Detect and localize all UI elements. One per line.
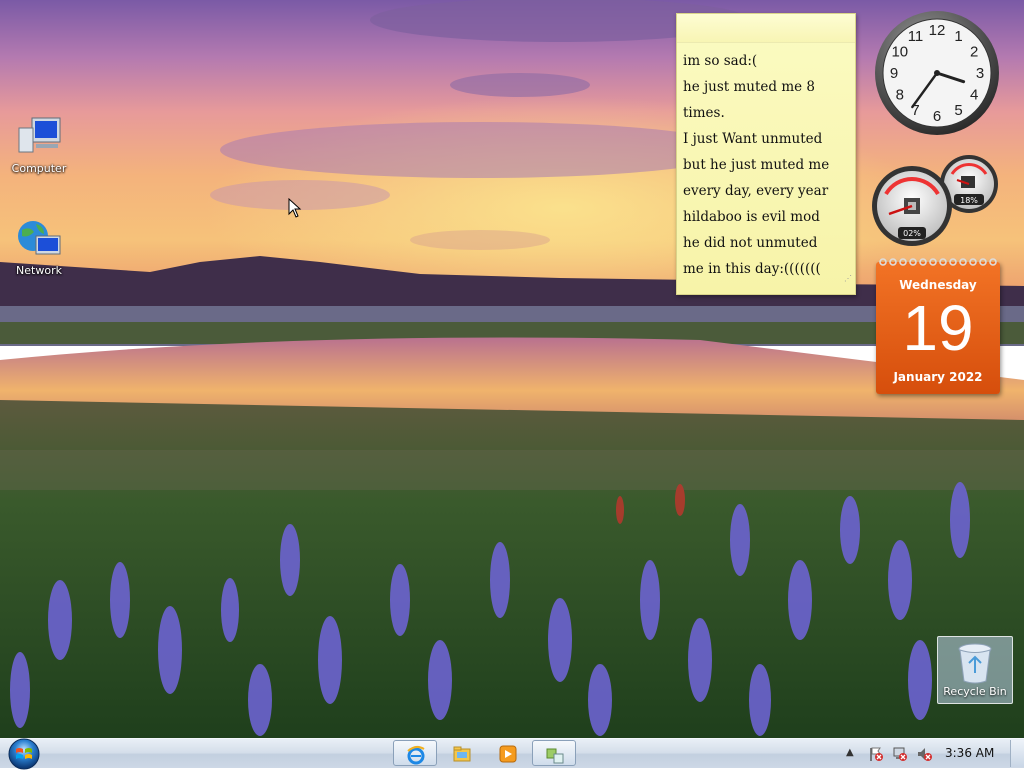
clock-numeral: 4 (970, 87, 978, 104)
sticky-note-line[interactable]: me in this day:((((((( (683, 256, 855, 282)
media-player-icon (499, 745, 517, 763)
action-center-flag-icon[interactable] (868, 746, 884, 762)
recycle-bin-label: Recycle Bin (943, 685, 1007, 698)
recycle-bin-desktop-icon[interactable]: Recycle Bin (937, 636, 1013, 704)
calendar-rings (879, 258, 997, 266)
taskbar: ▲ 3:36 AM (0, 737, 1024, 770)
clock-numeral: 1 (954, 28, 962, 45)
clock-numeral: 11 (908, 28, 924, 45)
clock-gadget[interactable]: 12 1234567891011 (874, 10, 1000, 136)
computer-label: Computer (11, 162, 67, 175)
network-desktop-icon[interactable]: Network (4, 216, 74, 277)
show-hidden-icons-button[interactable]: ▲ (846, 747, 854, 758)
sticky-note-header (677, 14, 855, 43)
clock-numeral: 3 (976, 65, 984, 82)
recycle-bin-icon (958, 643, 992, 684)
clock-numeral: 2 (970, 44, 978, 61)
taskbar-button-windows-explorer[interactable] (440, 740, 484, 766)
taskbar-clock[interactable]: 3:36 AM (945, 746, 994, 760)
show-desktop-button[interactable] (1010, 740, 1024, 767)
cpu-meter-gadget[interactable]: 18% 02% (872, 154, 1002, 250)
network-label: Network (16, 264, 62, 277)
clock-numeral: 8 (896, 87, 904, 104)
calendar-month-year: January 2022 (893, 370, 983, 384)
sticky-note[interactable]: im so sad:( he just muted me 8 times. I … (676, 13, 856, 295)
notification-area: ▲ (836, 739, 1024, 768)
clock-numeral: 9 (890, 65, 898, 82)
sticky-note-line[interactable]: I just Want unmuted (683, 126, 855, 152)
memory-usage-value: 18% (960, 196, 978, 205)
network-icon (18, 221, 61, 255)
sticky-note-line[interactable]: every day, every year (683, 178, 855, 204)
volume-muted-icon[interactable] (916, 746, 932, 762)
sticky-note-line[interactable]: he just muted me 8 (683, 74, 855, 100)
sticky-note-line[interactable]: im so sad:( (683, 48, 855, 74)
taskbar-button-media-player[interactable] (486, 740, 530, 766)
computer-desktop-icon[interactable]: Computer (4, 114, 74, 175)
computer-icon (18, 117, 61, 153)
clock-numeral: 12 (929, 22, 946, 39)
taskbar-button-internet-explorer[interactable] (393, 740, 437, 766)
gadgets-icon (546, 748, 564, 764)
calendar-day: 19 (902, 292, 974, 364)
resize-grip-icon[interactable]: ⋰ (844, 266, 852, 292)
internet-explorer-icon (407, 745, 425, 765)
start-button[interactable] (4, 737, 44, 770)
cpu-usage-value: 02% (903, 229, 921, 238)
sticky-note-line[interactable]: hildaboo is evil mod (683, 204, 855, 230)
clock-numeral: 6 (933, 108, 941, 125)
network-status-icon[interactable] (892, 746, 908, 762)
mouse-cursor-icon (288, 198, 302, 218)
clock-numeral: 5 (954, 102, 962, 119)
clock-numeral: 10 (891, 44, 908, 61)
sticky-note-line[interactable]: but he just muted me (683, 152, 855, 178)
desktop-wallpaper (0, 0, 1024, 738)
taskbar-button-gadgets[interactable] (532, 740, 576, 766)
windows-explorer-icon (453, 746, 471, 762)
sticky-note-line[interactable]: he did not unmuted (683, 230, 855, 256)
calendar-gadget[interactable]: Wednesday 19 January 2022 (876, 258, 1000, 394)
sticky-note-line[interactable]: times. (683, 100, 855, 126)
calendar-weekday: Wednesday (899, 278, 977, 292)
